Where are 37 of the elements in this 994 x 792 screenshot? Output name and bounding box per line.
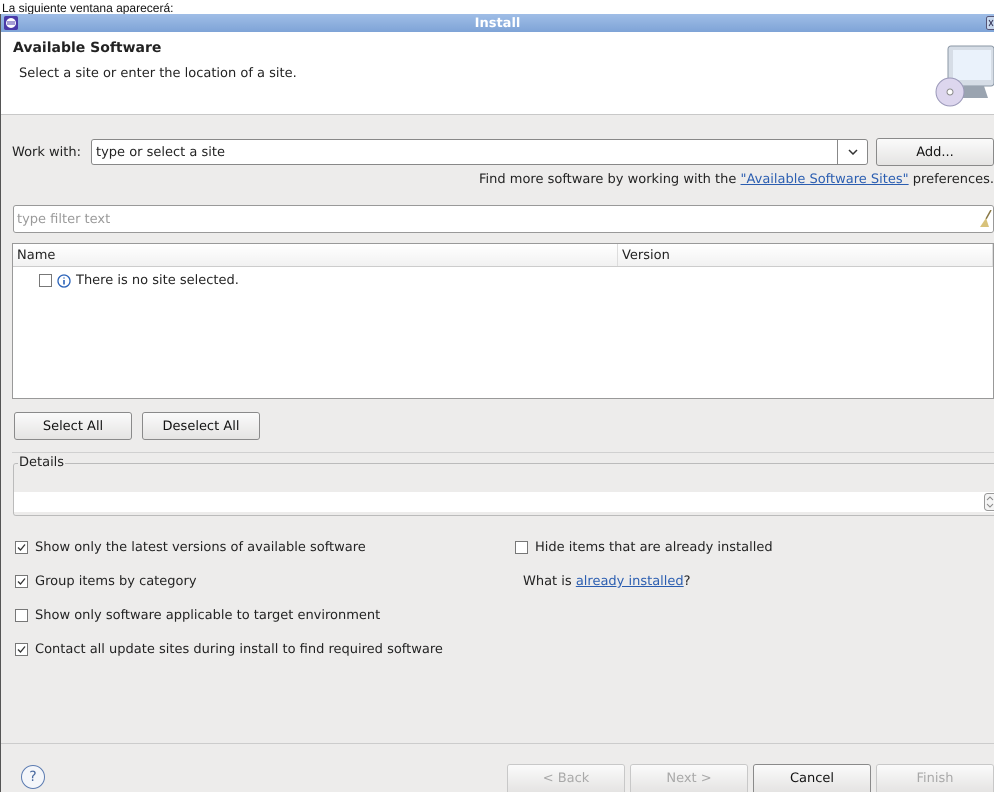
- option-checkbox-label[interactable]: Show only software applicable to target environment: [15, 606, 515, 625]
- option-checkbox-label[interactable]: Hide items that are already installed: [515, 538, 994, 557]
- info-icon: [57, 274, 71, 288]
- checkbox[interactable]: [39, 274, 52, 287]
- close-icon[interactable]: [986, 16, 994, 30]
- table-cell: There is no site selected.: [76, 273, 239, 288]
- wizard-button[interactable]: Cancel: [753, 764, 871, 792]
- help-button[interactable]: ?: [21, 765, 45, 789]
- option-checkbox-label[interactable]: Show only the latest versions of available software: [15, 538, 515, 557]
- deselect-all-button[interactable]: Deselect All: [142, 412, 260, 440]
- app-icon: [4, 16, 18, 30]
- checkbox[interactable]: [15, 609, 28, 622]
- broom-icon[interactable]: [980, 210, 992, 228]
- caption-text: La siguiente ventana aparecerá:: [2, 3, 174, 14]
- add-button[interactable]: Add...: [876, 138, 994, 166]
- available-sites-link[interactable]: "Available Software Sites": [740, 172, 909, 187]
- site-input[interactable]: type or select a site: [91, 139, 837, 165]
- dropdown-button[interactable]: [837, 139, 868, 165]
- filter-field[interactable]: type filter text: [13, 205, 994, 233]
- option-checkbox-label[interactable]: Group items by category: [15, 572, 515, 591]
- option-checkbox-label[interactable]: Contact all update sites during install to find required software: [15, 640, 515, 659]
- checkbox[interactable]: [515, 541, 528, 554]
- already-installed-link[interactable]: already installed: [576, 574, 684, 589]
- chevron-down-icon: [848, 149, 858, 155]
- page-title: Available Software: [13, 40, 162, 56]
- select-all-button[interactable]: Select All: [14, 412, 132, 440]
- column-header[interactable]: Version: [618, 244, 993, 266]
- work-with-label: Work with:: [12, 144, 82, 160]
- checkbox[interactable]: [15, 541, 28, 554]
- column-header[interactable]: Name: [13, 244, 618, 266]
- installed-text: What is already installed?: [523, 574, 691, 589]
- page-description: Select a site or enter the location of a site.: [18, 66, 297, 81]
- checkbox[interactable]: [15, 643, 28, 656]
- window-title: Install: [474, 16, 520, 30]
- hint-text: Find more software by working with the "Available Software Sites" preferences.: [478, 171, 994, 187]
- spinner-icon[interactable]: [984, 493, 994, 511]
- checkbox[interactable]: [15, 575, 28, 588]
